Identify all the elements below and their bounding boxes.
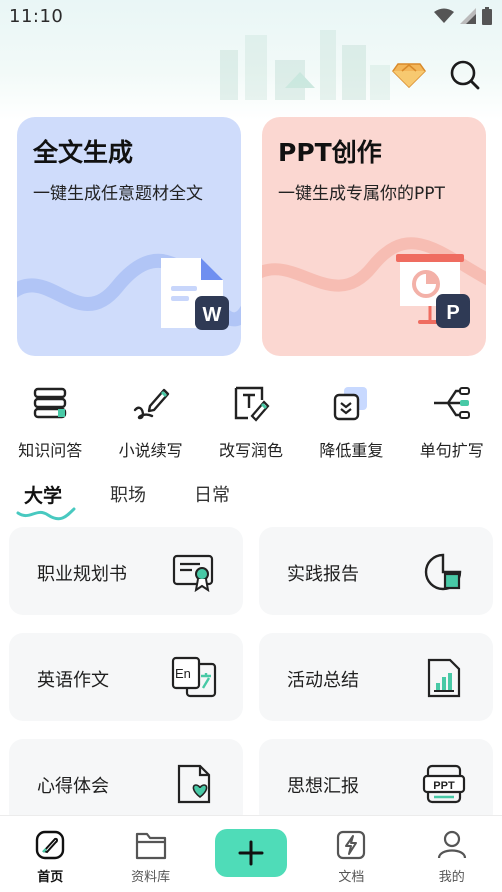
tab-daily[interactable]: 日常 [194, 481, 230, 508]
card-activity-summary[interactable]: 活动总结 [259, 633, 493, 721]
tool-knowledge-qa[interactable]: 知识问答 [0, 383, 100, 461]
status-bar: 11:10 [0, 0, 502, 34]
nav-library[interactable]: 资料库 [100, 816, 200, 892]
create-button[interactable] [214, 829, 287, 877]
card-career-plan[interactable]: 职业规划书 [9, 527, 243, 615]
svg-text:En: En [175, 666, 191, 681]
pen-icon [133, 388, 169, 420]
nav-create[interactable] [201, 816, 301, 892]
tool-sentence-expand[interactable]: 单句扩写 [402, 383, 502, 461]
nav-label: 我的 [438, 870, 465, 885]
document-bolt-icon [337, 830, 366, 860]
bottom-navigation: 首页 资料库 文档 我的 [0, 815, 502, 892]
pie-chart-icon [424, 553, 462, 591]
diamond-icon [392, 63, 426, 88]
nav-label: 资料库 [131, 870, 171, 885]
signal-icon [460, 8, 476, 24]
card-label: 心得体会 [37, 776, 109, 797]
hero-title: 全文生成 [33, 138, 134, 167]
home-pen-icon [35, 830, 65, 860]
word-badge: W [203, 304, 222, 326]
ppt-creation-card[interactable]: PPT创作 一键生成专属你的PPT P [262, 117, 486, 356]
category-tabs: 大学 职场 日常 [24, 481, 278, 508]
books-icon [33, 387, 67, 419]
tool-label: 改写润色 [218, 441, 283, 460]
card-label: 职业规划书 [37, 564, 127, 585]
certificate-icon [172, 554, 214, 592]
user-icon [437, 830, 466, 859]
text-edit-icon [234, 386, 270, 422]
wifi-icon [434, 8, 454, 23]
tool-label: 知识问答 [18, 441, 83, 460]
battery-icon [482, 7, 492, 25]
nav-label: 首页 [37, 870, 64, 885]
hero-title: PPT创作 [278, 138, 382, 167]
ppt-badge: P [446, 302, 459, 324]
hero-subtitle: 一键生成任意题材全文 [33, 184, 203, 204]
tab-university[interactable]: 大学 [24, 481, 62, 508]
tools-row: 知识问答 小说续写 改写润色 降低重复 单句扩写 [0, 383, 502, 461]
translate-icon: En [171, 656, 217, 698]
tab-workplace[interactable]: 职场 [110, 481, 146, 508]
header-actions [392, 58, 482, 92]
tool-reduce-duplicate[interactable]: 降低重复 [301, 383, 401, 461]
reduce-duplicate-icon [334, 387, 368, 421]
svg-text:PPT: PPT [433, 780, 455, 792]
tool-label: 降低重复 [319, 441, 384, 460]
search-icon [450, 60, 480, 90]
folder-icon [135, 832, 166, 860]
word-document-icon: W [161, 258, 229, 330]
card-reflection[interactable]: 心得体会 [9, 739, 243, 827]
card-label: 实践报告 [287, 564, 359, 585]
expand-icon [433, 387, 470, 419]
full-text-generation-card[interactable]: 全文生成 一键生成任意题材全文 W [17, 117, 241, 356]
tool-label: 单句扩写 [419, 441, 484, 460]
ppt-icon: PPT [422, 764, 466, 804]
active-tab-indicator [16, 507, 76, 521]
tool-label: 小说续写 [118, 441, 183, 460]
search-button[interactable] [448, 58, 482, 92]
card-label: 英语作文 [37, 670, 109, 691]
nav-documents[interactable]: 文档 [301, 816, 401, 892]
nav-label: 文档 [338, 870, 365, 885]
hero-subtitle: 一键生成专属你的PPT [278, 184, 445, 204]
heart-doc-icon [177, 764, 211, 804]
premium-button[interactable] [392, 58, 426, 92]
card-label: 活动总结 [287, 670, 359, 691]
card-label: 思想汇报 [287, 776, 359, 797]
tool-rewrite-polish[interactable]: 改写润色 [201, 383, 301, 461]
nav-profile[interactable]: 我的 [402, 816, 502, 892]
status-time: 11:10 [9, 6, 64, 27]
card-thought-report[interactable]: 思想汇报 PPT [259, 739, 493, 827]
card-english-essay[interactable]: 英语作文 En [9, 633, 243, 721]
plus-icon [238, 840, 264, 866]
bar-chart-doc-icon [427, 658, 461, 698]
nav-home[interactable]: 首页 [0, 816, 100, 892]
status-icons [434, 7, 492, 25]
card-practice-report[interactable]: 实践报告 [259, 527, 493, 615]
presentation-icon: P [396, 254, 470, 328]
tool-novel-continue[interactable]: 小说续写 [100, 383, 200, 461]
